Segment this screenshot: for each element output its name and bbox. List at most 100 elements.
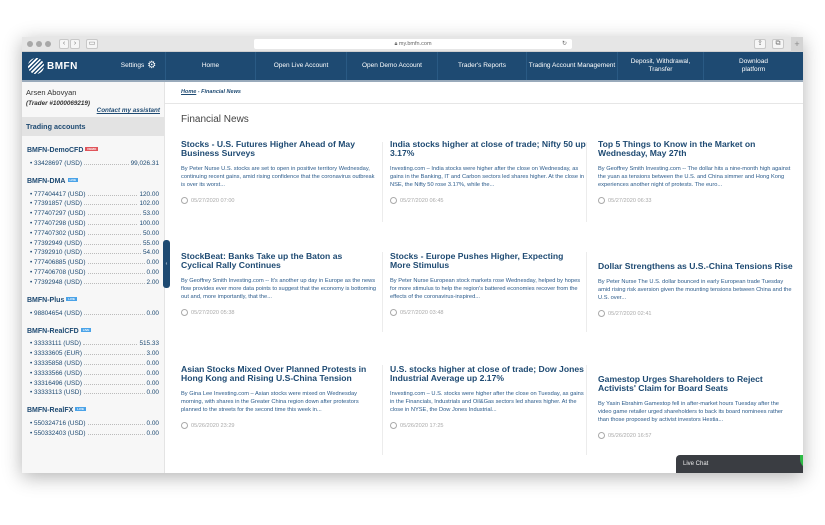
account-id[interactable]: 33333113 (USD): [34, 389, 81, 396]
news-summary: By Yasin Ebrahim Gamestop fell in after-…: [598, 401, 783, 423]
news-title[interactable]: Asian Stocks Mixed Over Planned Protests…: [181, 365, 377, 383]
account-id[interactable]: 77392910 (USD): [34, 249, 82, 256]
account-row[interactable]: • 33335858 (USD) 0.00: [27, 357, 159, 367]
account-balance: 0.00: [146, 359, 159, 367]
reload-icon[interactable]: ↻: [562, 39, 567, 49]
account-balance: 3.00: [146, 350, 159, 358]
nav-traders-reports[interactable]: Trader's Reports: [437, 52, 526, 80]
breadcrumb-home[interactable]: Home: [181, 89, 196, 95]
account-row[interactable]: • 777406885 (USD) 0.00: [27, 256, 159, 266]
nav-open-live-account[interactable]: Open Live Account: [255, 52, 346, 80]
window-controls[interactable]: [27, 41, 51, 47]
account-row[interactable]: • 777406708 (USD) 0.00: [27, 266, 159, 276]
account-row[interactable]: • 33428697 (USD) 99,026.31: [27, 157, 159, 167]
share-icon[interactable]: ⇪: [754, 39, 766, 49]
news-date: 05/27/2020 06:33: [608, 197, 652, 204]
account-row[interactable]: • 33333111 (USD) 515.33: [27, 338, 159, 347]
account-row[interactable]: • 777407298 (USD) 100.00: [27, 217, 159, 227]
main-content: Home - Financial News Financial News Sto…: [165, 82, 803, 473]
account-id[interactable]: 77392948 (USD): [34, 279, 82, 286]
nav-download-platform[interactable]: Download platform: [703, 52, 803, 80]
tabs-icon[interactable]: ⧉: [772, 39, 784, 49]
news-date: 05/27/2020 02:41: [608, 310, 652, 317]
page-title: Financial News: [181, 114, 249, 125]
account-row[interactable]: • 777407297 (USD) 53.00: [27, 207, 159, 217]
news-title[interactable]: U.S. stocks higher at close of trade; Do…: [390, 365, 586, 383]
account-id[interactable]: 550332403 (USD): [34, 430, 86, 437]
account-group-name: BMFN-DemoCFD DEMO: [27, 147, 99, 154]
nav-deposit-withdrawal-transfer[interactable]: Deposit, Withdrawal, Transfer: [617, 52, 703, 80]
account-group: BMFN-RealFX LIVE • 550324716 (USD) 0.00 • 55…: [22, 407, 164, 437]
live-chat-button[interactable]: Live Chat: [676, 455, 803, 473]
account-balance: 0.00: [146, 379, 159, 387]
news-card: StockBeat: Banks Take up the Baton as Cy…: [181, 252, 377, 316]
account-row[interactable]: • 550332403 (USD) 0.00: [27, 427, 159, 437]
account-balance: 0.00: [146, 268, 159, 276]
news-title[interactable]: Dollar Strengthens as U.S.-China Tension…: [598, 262, 794, 271]
account-row[interactable]: • 77392910 (USD) 54.00: [27, 247, 159, 256]
account-id[interactable]: 777407298 (USD): [34, 220, 86, 227]
settings-button[interactable]: Settings ⚙: [112, 52, 165, 80]
news-card: India stocks higher at close of trade; N…: [390, 140, 586, 204]
sidebar-toggle-icon[interactable]: ▭: [86, 39, 98, 49]
nav-open-demo-account[interactable]: Open Demo Account: [346, 52, 437, 80]
news-summary: Investing.com – India stocks were higher…: [390, 166, 585, 188]
sidebar: Arsen Abovyan (Trader #1000069219) Conta…: [22, 82, 165, 473]
online-indicator-icon: [800, 455, 803, 469]
forward-icon[interactable]: ›: [70, 39, 80, 49]
account-row[interactable]: • 33333605 (EUR) 3.00: [27, 347, 159, 357]
account-row[interactable]: • 33333113 (USD) 0.00: [27, 387, 159, 397]
news-summary: By Gina Lee Investing.com – Asian stocks…: [181, 391, 359, 413]
news-card: Asian Stocks Mixed Over Planned Protests…: [181, 365, 377, 429]
account-row[interactable]: • 777404417 (USD) 120.00: [27, 188, 159, 198]
address-bar[interactable]: 🔒︎ my.bmfn.com ↻: [254, 39, 572, 49]
account-id[interactable]: 777404417 (USD): [34, 191, 86, 198]
account-id[interactable]: 33333111 (USD): [34, 340, 81, 347]
account-id[interactable]: 33316496 (USD): [34, 380, 82, 387]
account-row[interactable]: • 77392948 (USD) 2.00: [27, 276, 159, 286]
account-balance: 0.00: [146, 369, 159, 377]
news-title[interactable]: StockBeat: Banks Take up the Baton as Cy…: [181, 252, 377, 270]
news-date: 05/27/2020 03:48: [400, 309, 444, 316]
account-id[interactable]: 33333566 (USD): [34, 370, 82, 377]
account-id[interactable]: 33428697 (USD): [34, 160, 82, 167]
account-id[interactable]: 777406708 (USD): [34, 269, 86, 276]
news-title[interactable]: Gamestop Urges Shareholders to Reject Ac…: [598, 375, 794, 393]
account-row[interactable]: • 33333566 (USD) 0.00: [27, 367, 159, 377]
account-row[interactable]: • 98804654 (USD) 0.00: [27, 307, 159, 317]
news-summary: By Geoffrey Smith Investing.com -- It's …: [181, 278, 377, 300]
account-group: BMFN-DMA LIVE • 777404417 (USD) 120.00 • 773…: [22, 177, 164, 286]
lock-icon: 🔒︎: [394, 41, 398, 47]
account-row[interactable]: • 77391857 (USD) 102.00: [27, 198, 159, 207]
back-icon[interactable]: ‹: [59, 39, 69, 49]
account-id[interactable]: 77392949 (USD): [34, 240, 82, 247]
account-balance: 55.00: [143, 239, 159, 247]
news-title[interactable]: Stocks - U.S. Futures Higher Ahead of Ma…: [181, 140, 377, 158]
clock-icon: [598, 432, 605, 439]
contact-assistant-link[interactable]: Contact my assistant: [26, 107, 160, 114]
account-row[interactable]: • 777407302 (USD) 50.00: [27, 227, 159, 237]
clock-icon: [390, 197, 397, 204]
account-id[interactable]: 33335858 (USD): [34, 360, 82, 367]
browser-window: ‹ › ▭ 🔒︎ my.bmfn.com ↻ ⇪ ⧉ + BMFN Setting…: [22, 37, 803, 473]
account-id[interactable]: 98804654 (USD): [34, 310, 82, 317]
news-title[interactable]: Stocks - Europe Pushes Higher, Expecting…: [390, 252, 586, 270]
account-id[interactable]: 550324716 (USD): [34, 420, 86, 427]
account-id[interactable]: 777407302 (USD): [34, 230, 86, 237]
account-row[interactable]: • 33316496 (USD) 0.00: [27, 377, 159, 387]
account-row[interactable]: • 550324716 (USD) 0.00: [27, 417, 159, 427]
new-tab-icon[interactable]: +: [791, 37, 803, 52]
account-id[interactable]: 33333605 (EUR): [34, 350, 82, 357]
nav-home[interactable]: Home: [165, 52, 255, 80]
nav-trading-account-management[interactable]: Trading Account Management: [526, 52, 617, 80]
clock-icon: [598, 310, 605, 317]
account-id[interactable]: 777406885 (USD): [34, 259, 86, 266]
logo[interactable]: BMFN: [22, 52, 112, 80]
news-title[interactable]: Top 5 Things to Know in the Market on We…: [598, 140, 794, 158]
account-balance: 0.00: [146, 389, 159, 397]
account-id[interactable]: 777407297 (USD): [34, 210, 86, 217]
account-id[interactable]: 77391857 (USD): [34, 200, 82, 207]
news-date: 05/27/2020 06:45: [400, 197, 444, 204]
account-row[interactable]: • 77392949 (USD) 55.00: [27, 237, 159, 247]
news-title[interactable]: India stocks higher at close of trade; N…: [390, 140, 586, 158]
